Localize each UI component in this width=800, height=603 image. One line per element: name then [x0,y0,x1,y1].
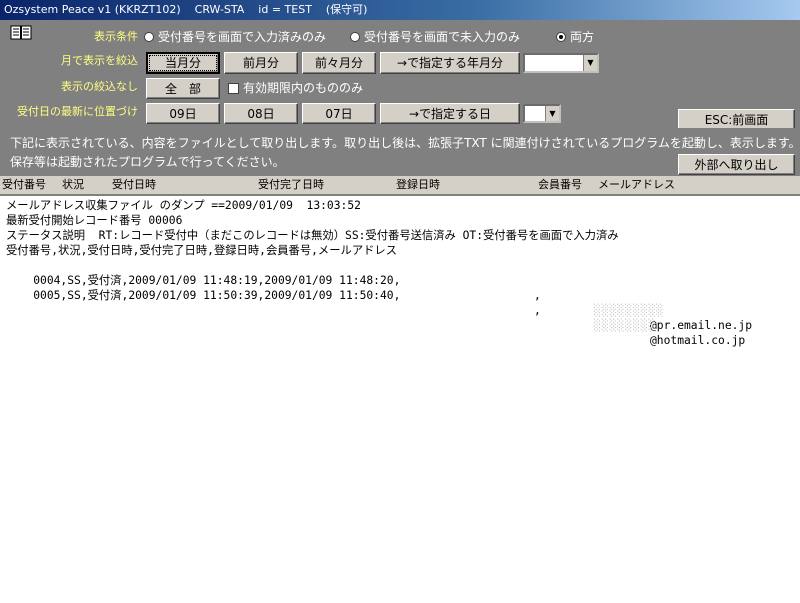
column-email: メールアドレス [598,178,675,191]
radio-button-selected[interactable] [556,32,566,42]
two-months-ago-button[interactable]: 前々月分 [302,52,376,74]
current-month-button[interactable]: 当月分 [146,52,220,74]
redacted-email-prefix: ░░░░░░░░░ [594,304,665,317]
record-email: @pr.email.ne.jp [650,319,753,332]
valid-only-checkbox[interactable]: 有効期限内のもののみ [228,80,363,96]
column-header: 受付番号 状況 受付日時 受付完了日時 登録日時 会員番号 メールアドレス [0,176,800,194]
no-filter-label: 表示の絞込なし [61,80,138,93]
radio-label: 受付番号を画面で未入力のみ [364,30,521,44]
book-icon[interactable] [10,25,32,41]
column-names-line: 受付番号,状況,受付日時,受付完了日時,登録日時,会員番号,メールアドレス [6,244,398,257]
radio-label: 受付番号を画面で入力済みのみ [158,30,327,44]
record-fields: 0005,SS,受付済,2009/01/09 11:50:39,2009/01/… [33,289,401,302]
column-reception-number: 受付番号 [2,178,46,191]
month-filter-label: 月で表示を絞込 [61,54,138,67]
specified-day-button[interactable]: →で指定する日 [380,103,520,124]
radio-not-entered-only[interactable]: 受付番号を画面で未入力のみ [350,29,520,45]
previous-month-button[interactable]: 前月分 [224,52,298,74]
radio-button[interactable] [350,32,360,42]
day-select[interactable]: ▼ [523,104,561,123]
export-button[interactable]: 外部へ取り出し [678,154,795,175]
dump-title-line: メールアドレス収集ファイル のダンプ ==2009/01/09 13:03:52 [6,199,361,212]
column-reception-datetime: 受付日時 [112,178,156,191]
column-completion-datetime: 受付完了日時 [258,178,324,191]
column-registration-datetime: 登録日時 [396,178,440,191]
export-description-line2: 保存等は起動されたプログラムで行ってください。 [10,155,285,169]
radio-label: 両方 [570,30,595,44]
record-separator: , [534,304,541,317]
dump-text-area[interactable]: メールアドレス収集ファイル のダンプ ==2009/01/09 13:03:52… [0,194,800,603]
radio-button[interactable] [144,32,154,42]
checkbox[interactable] [228,82,239,94]
day-08-button[interactable]: 08日 [224,103,298,124]
checkbox-label: 有効期限内のもののみ [243,81,364,95]
esc-back-button[interactable]: ESC:前画面 [678,109,795,130]
record-line: 0004,SS,受付済,2009/01/09 11:48:19,2009/01/… [6,258,800,332]
radio-both[interactable]: 両方 [556,29,594,45]
all-button[interactable]: 全 部 [146,78,220,99]
day-09-button[interactable]: 09日 [146,103,220,124]
specified-month-button[interactable]: →で指定する年月分 [380,52,520,74]
day-07-button[interactable]: 07日 [302,103,376,124]
record-email: @hotmail.co.jp [650,334,746,347]
export-description-line1: 下記に表示されている、内容をファイルとして取り出します。取り出し後は、拡張子TX… [10,136,800,150]
display-condition-label: 表示条件 [94,30,138,43]
radio-entered-only[interactable]: 受付番号を画面で入力済みのみ [144,29,326,45]
month-select[interactable]: ▼ [523,53,599,73]
title-bar: Ozsystem Peace v1 (KKRZT102) CRW-STA id … [0,0,800,20]
latest-record-line: 最新受付開始レコード番号 00006 [6,214,183,227]
chevron-down-icon[interactable]: ▼ [545,106,559,121]
record-separator: , [534,289,541,302]
chevron-down-icon[interactable]: ▼ [583,55,597,71]
column-status: 状況 [62,178,84,191]
redacted-email-prefix: ░░░░░░░░ [594,319,657,332]
column-member-number: 会員番号 [538,178,582,191]
record-line: 0005,SS,受付済,2009/01/09 11:50:39,2009/01/… [6,273,800,347]
latest-date-label: 受付日の最新に位置づけ [17,105,138,118]
status-description-line: ステータス説明 RT:レコード受付中（まだこのレコードは無効）SS:受付番号送信… [6,229,619,242]
